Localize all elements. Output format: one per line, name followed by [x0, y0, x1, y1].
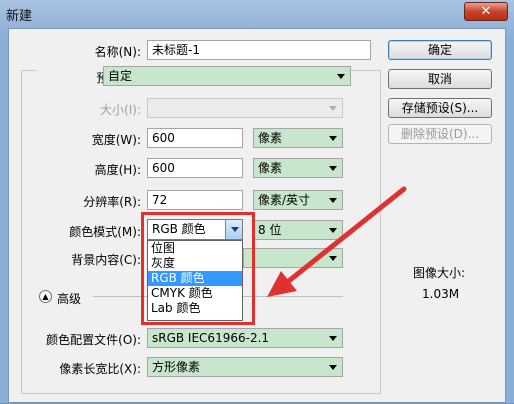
close-button[interactable]: ✕	[464, 2, 508, 21]
cancel-button[interactable]: 取消	[388, 69, 492, 89]
close-icon: ✕	[480, 4, 492, 19]
window-title: 新建	[6, 9, 33, 24]
ok-button[interactable]: 确定	[388, 40, 492, 60]
image-size-label: 图像大小:	[413, 266, 466, 280]
delete-preset-button[interactable]: 删除预设(D)...	[388, 124, 492, 144]
dialog-body: 名称(N): 未标题-1 预设(P): 自定 大小(I): 宽度(W): 600…	[8, 28, 506, 403]
title-bar[interactable]: 新建 ✕	[0, 0, 514, 26]
image-size-value: 1.03M	[422, 287, 460, 301]
save-preset-button[interactable]: 存储预设(S)...	[388, 98, 492, 118]
new-document-dialog: 新建 ✕ 名称(N): 未标题-1 预设(P): 自定 大小(I): 宽度(W)…	[0, 0, 514, 403]
